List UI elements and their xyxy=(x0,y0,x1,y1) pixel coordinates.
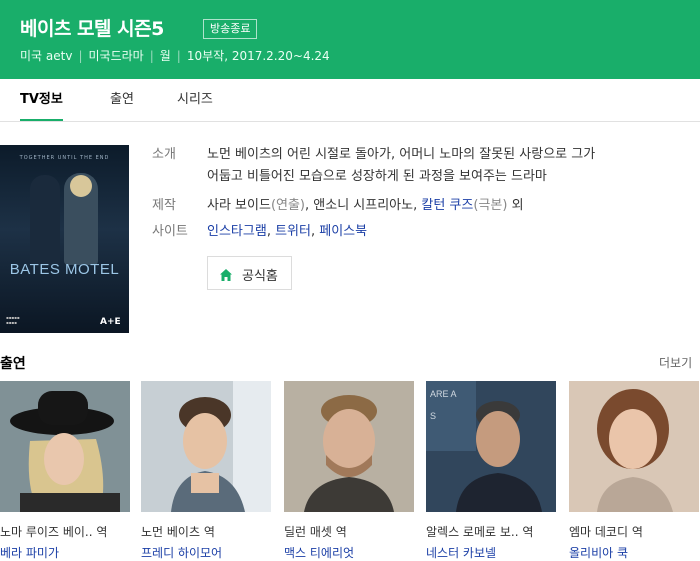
facebook-link[interactable]: 페이스북 xyxy=(319,224,367,239)
network-logo: A+E xyxy=(100,317,121,327)
tab-tv-info[interactable]: TV정보 xyxy=(20,80,63,121)
intro-label: 소개 xyxy=(152,147,176,162)
home-icon xyxy=(219,267,233,286)
meta-divider: | xyxy=(176,49,181,63)
cast-section-title: 출연 xyxy=(0,356,26,372)
actor-name[interactable]: 네스터 카보넬 xyxy=(426,544,496,561)
instagram-link[interactable]: 인스타그램 xyxy=(207,224,267,239)
poster-title: BATES MOTEL xyxy=(9,261,120,278)
intro-line-1: 노먼 베이츠의 어린 시절로 돌아가, 어머니 노마의 잘못된 사랑으로 그가 xyxy=(207,147,596,162)
character-role: 엠마 데코디 역 xyxy=(569,525,643,539)
actor-photo[interactable] xyxy=(0,381,130,512)
actor-photo[interactable] xyxy=(569,381,699,512)
official-home-button[interactable]: 공식홈 xyxy=(207,256,292,290)
character-role: 노먼 베이츠 역 xyxy=(141,525,215,539)
show-meta: 미국 aetv | 미국드라마 | 월 | 10부작, 2017.2.20~4.24 xyxy=(20,47,330,64)
production-label: 제작 xyxy=(152,198,176,213)
producer-role: (연출) xyxy=(270,198,306,213)
show-poster[interactable]: TOGETHER UNTIL THE END BATES MOTEL ▪▪▪▪▪… xyxy=(0,145,129,333)
character-role: 노마 루이즈 베이.. 역 xyxy=(0,525,108,539)
tab-cast[interactable]: 출연 xyxy=(110,80,134,119)
meta-day: 월 xyxy=(159,49,171,63)
poster-figure-hair xyxy=(70,175,92,197)
producer-role: (극본) xyxy=(473,198,508,213)
actor-photo[interactable]: ARE A S xyxy=(426,381,556,512)
more-link[interactable]: 더보기 xyxy=(659,354,692,371)
tab-bar: TV정보 출연 시리즈 xyxy=(0,80,700,122)
producer-link[interactable]: 칼턴 쿠즈 xyxy=(421,198,473,213)
svg-text:ARE A: ARE A xyxy=(430,389,457,399)
actor-photo[interactable] xyxy=(141,381,271,512)
meta-genre: 미국드라마 xyxy=(88,49,144,63)
page-title: 베이츠 모텔 시즌5 xyxy=(20,18,164,40)
actor-name[interactable]: 맥스 티에리엇 xyxy=(284,544,354,561)
producer-suffix: 외 xyxy=(511,198,524,213)
site-links: 인스타그램, 트위터, 페이스북 xyxy=(207,224,368,239)
status-badge: 방송종료 xyxy=(203,19,258,39)
character-role: 알렉스 로메로 보.. 역 xyxy=(426,525,534,539)
header-bar: 베이츠 모텔 시즌5 방송종료 미국 aetv | 미국드라마 | 월 | 10부작, 20… xyxy=(0,0,700,79)
actor-name[interactable]: 올리비아 쿡 xyxy=(569,544,628,561)
twitter-link[interactable]: 트위터 xyxy=(275,224,311,239)
meta-channel: 미국 aetv xyxy=(20,49,73,63)
poster-fineprint: ▪▪▪▪▪ ▪▪▪▪ xyxy=(6,315,20,325)
production-credits: 사라 보이드(연출), 앤소니 시프리아노, 칼턴 쿠즈(극본) 외 xyxy=(207,198,524,213)
official-home-label: 공식홈 xyxy=(242,269,278,284)
meta-divider: | xyxy=(149,49,154,63)
site-label: 사이트 xyxy=(152,224,188,239)
meta-divider: | xyxy=(78,49,83,63)
actor-name[interactable]: 베라 파미가 xyxy=(0,544,59,561)
tab-series[interactable]: 시리즈 xyxy=(177,80,213,119)
producer-name: 사라 보이드 xyxy=(207,198,271,213)
svg-text:S: S xyxy=(430,411,436,421)
meta-episodes: 10부작, 2017.2.20~4.24 xyxy=(186,49,330,63)
character-role: 딜런 매셋 역 xyxy=(284,525,347,539)
poster-figure xyxy=(30,175,60,265)
producer-name: 앤소니 시프리아노 xyxy=(313,198,414,213)
intro-line-2: 어둡고 비틀어진 모습으로 성장하게 된 과정을 보여주는 드라마 xyxy=(207,169,547,184)
poster-tagline: TOGETHER UNTIL THE END xyxy=(19,155,110,161)
actor-name[interactable]: 프레디 하이모어 xyxy=(141,544,222,561)
actor-photo[interactable] xyxy=(284,381,414,512)
